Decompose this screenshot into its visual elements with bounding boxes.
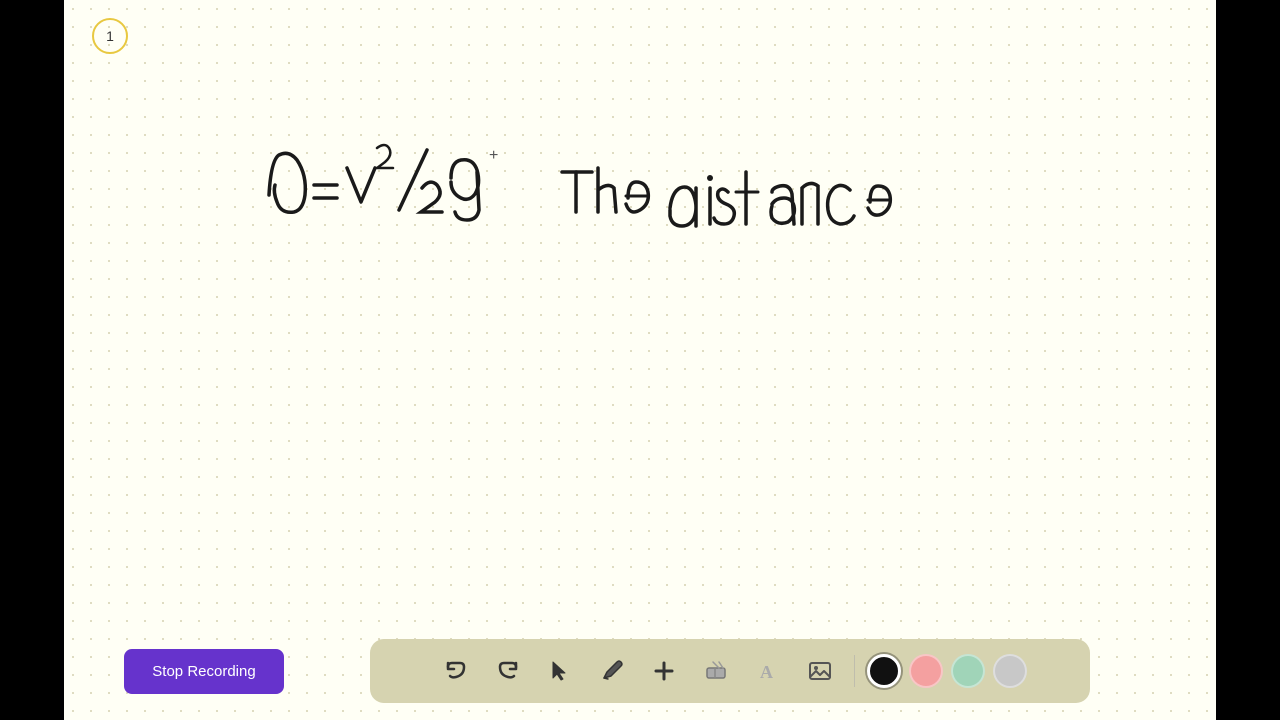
text-icon: A: [757, 660, 779, 682]
eraser-icon: [705, 660, 727, 682]
color-pink[interactable]: [909, 654, 943, 688]
svg-text:A: A: [760, 662, 773, 682]
undo-icon: [444, 659, 468, 683]
pen-button[interactable]: [590, 649, 634, 693]
select-button[interactable]: [538, 649, 582, 693]
svg-text:+: +: [489, 147, 498, 164]
bottom-bar: Stop Recording: [64, 632, 1216, 720]
redo-button[interactable]: [486, 649, 530, 693]
toolbar-divider: [854, 655, 855, 687]
drawing-toolbar: A: [370, 639, 1090, 703]
pen-icon: [601, 660, 623, 682]
add-button[interactable]: [642, 649, 686, 693]
text-button[interactable]: A: [746, 649, 790, 693]
color-gray[interactable]: [993, 654, 1027, 688]
eraser-button[interactable]: [694, 649, 738, 693]
undo-button[interactable]: [434, 649, 478, 693]
color-mint[interactable]: [951, 654, 985, 688]
image-button[interactable]: [798, 649, 842, 693]
text-drawing: [554, 160, 894, 250]
page-number-text: 1: [106, 28, 114, 44]
formula-drawing: +: [259, 130, 519, 250]
select-icon: [549, 660, 571, 682]
add-icon: [653, 660, 675, 682]
image-icon: [808, 659, 832, 683]
stop-recording-button[interactable]: Stop Recording: [124, 649, 284, 694]
color-black[interactable]: [867, 654, 901, 688]
redo-icon: [496, 659, 520, 683]
page-number-indicator: 1: [92, 18, 128, 54]
